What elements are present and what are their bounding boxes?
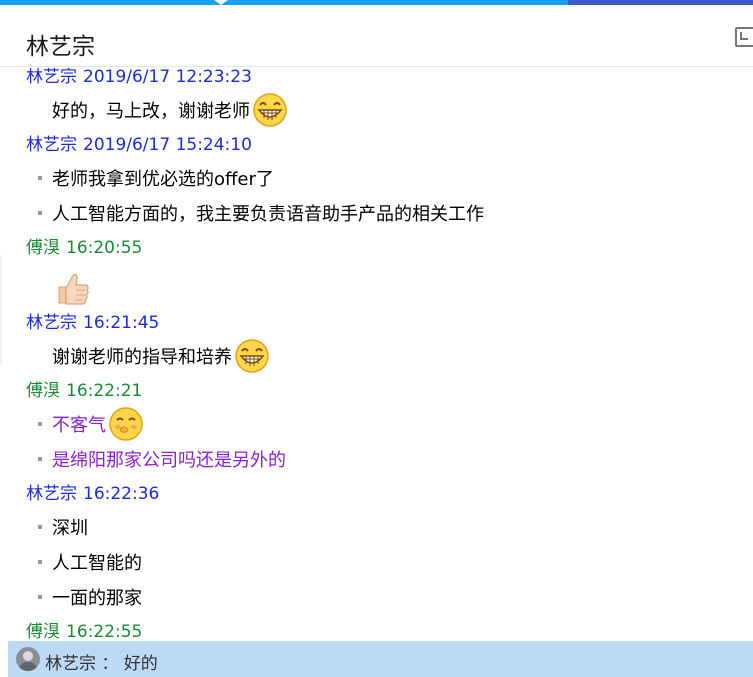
message-text: 好的，马上改，谢谢老师 [52,101,250,122]
message-time: 16:22:55 [66,622,143,640]
message-header: 林艺宗 2019/6/17 15:24:10 [0,129,753,162]
message-time: 2019/6/17 15:24:10 [83,135,252,155]
bullet-icon [38,525,42,529]
message-line: 深圳 [0,511,753,546]
bullet-icon [38,560,42,564]
latest-message-body: 好的 [123,654,158,674]
message-header: 林艺宗 2019/6/17 12:23:23 [0,68,753,94]
bullet-icon [38,176,42,180]
message-time: 16:20:55 [66,238,143,258]
popout-window-icon[interactable] [735,27,753,47]
message-line: 是绵阳那家公司吗还是另外的 [0,443,753,478]
message-line: 一面的那家 [0,581,753,616]
message-time: 16:22:21 [66,381,143,401]
message-text: 人工智能方面的，我主要负责语音助手产品的相关工作 [52,204,484,225]
message-text: 是绵阳那家公司吗还是另外的 [52,450,286,471]
message-text: 老师我拿到优必选的offer了 [52,169,274,190]
chat-history[interactable]: 林艺宗 2019/6/17 12:23:23 好的，马上改，谢谢老师 林艺宗 2019/… [0,68,753,640]
message-sender[interactable]: 傅湨 [26,622,60,640]
message-text: 深圳 [52,518,88,539]
message-text: 不客气 [52,415,106,436]
thumbs-up-emoji [52,269,89,305]
message-time: 16:21:45 [83,313,160,333]
message-sender[interactable]: 林艺宗 [26,484,77,504]
message-line: 不客气 [0,406,753,443]
grin-emoji [252,92,287,127]
message-text: 人工智能的 [52,553,142,574]
message-sender[interactable]: 林艺宗 [26,135,77,155]
grin-emoji [234,338,269,373]
message-sender[interactable]: 林艺宗 [26,313,77,333]
message-header: 傅湨 16:22:21 [0,375,753,408]
message-line [0,265,753,307]
message-time: 2019/6/17 12:23:23 [83,68,252,87]
avatar [16,647,40,671]
shy-emoji [108,406,143,441]
bullet-icon [38,211,42,215]
latest-message-text: 林艺宗 ： 好的 [45,649,158,674]
message-line: 谢谢老师的指导和培养 [0,338,753,375]
message-sender[interactable]: 傅湨 [26,381,60,401]
message-line: 好的，马上改，谢谢老师 [0,92,753,129]
message-line: 人工智能方面的，我主要负责语音助手产品的相关工作 [0,197,753,232]
message-header: 林艺宗 16:21:45 [0,307,753,340]
bullet-icon [38,595,42,599]
message-text: 一面的那家 [52,588,142,609]
message-time: 16:22:36 [83,484,160,504]
message-line: 老师我拿到优必选的offer了 [0,162,753,197]
latest-message-separator: ： [101,654,119,674]
message-sender[interactable]: 林艺宗 [26,68,77,87]
page-title: 林艺宗 [26,34,95,60]
message-sender[interactable]: 傅湨 [26,238,60,258]
message-header: 傅湨 16:20:55 [0,232,753,265]
chat-history-content: 林艺宗 2019/6/17 12:23:23 好的，马上改，谢谢老师 林艺宗 2019/… [0,68,753,640]
chat-header: 林艺宗 [0,5,753,67]
latest-message-bar[interactable]: 林艺宗 ： 好的 [8,641,753,677]
bullet-icon [38,457,42,461]
message-line: 人工智能的 [0,546,753,581]
message-text: 谢谢老师的指导和培养 [52,347,232,368]
message-header: 傅湨 16:22:55 [0,616,753,640]
bullet-icon [38,422,42,426]
latest-message-sender: 林艺宗 [45,654,96,674]
message-header: 林艺宗 16:22:36 [0,478,753,511]
